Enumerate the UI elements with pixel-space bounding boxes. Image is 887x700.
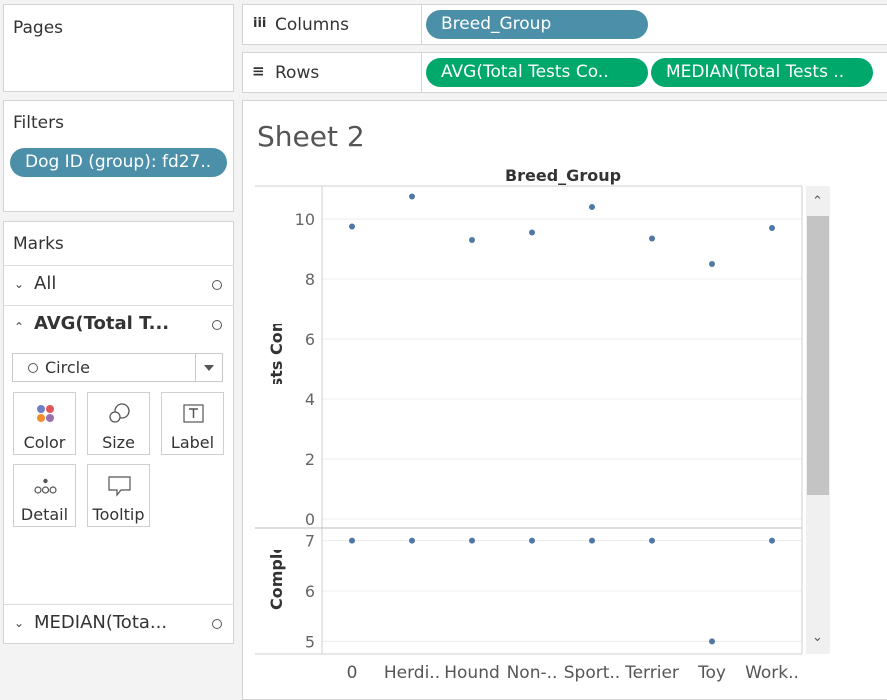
marks-title: Marks xyxy=(13,234,64,254)
color-icon xyxy=(37,405,54,422)
label-button-label: Label xyxy=(170,433,215,452)
detail-button-label: Detail xyxy=(20,505,69,524)
label-button[interactable]: Label xyxy=(161,392,224,455)
chevron-down-icon: ⌄ xyxy=(14,277,25,291)
mark-type-value: Circle xyxy=(45,358,90,377)
detail-button[interactable]: Detail xyxy=(13,464,76,527)
color-button-label: Color xyxy=(23,433,66,452)
sheet-area: Sheet 2 xyxy=(242,100,887,700)
chevron-up-icon: ⌃ xyxy=(14,320,25,334)
tooltip-button[interactable]: Tooltip xyxy=(87,464,150,527)
columns-shelf[interactable]: iii Columns Breed_Group xyxy=(242,4,887,45)
columns-icon: iii xyxy=(253,16,267,31)
mark-type-select[interactable]: Circle xyxy=(12,353,223,382)
filters-title: Filters xyxy=(13,113,64,133)
size-icon xyxy=(109,403,130,423)
rows-shelf[interactable]: ≡ Rows AVG(Total Tests Co.. MEDIAN(Total… xyxy=(242,52,887,93)
rows-pill-median-total-tests[interactable]: MEDIAN(Total Tests .. xyxy=(651,58,873,87)
triangle-down-icon xyxy=(204,365,214,371)
size-button[interactable]: Size xyxy=(87,392,150,455)
marks-card-median-label: MEDIAN(Tota... xyxy=(34,612,168,633)
chevron-down-icon: ⌄ xyxy=(14,616,25,630)
columns-pill-breed-group[interactable]: Breed_Group xyxy=(426,10,648,39)
circle-icon xyxy=(28,363,38,373)
shelf-divider xyxy=(421,5,422,44)
filters-card: Filters Dog ID (group): fd27.. xyxy=(3,100,234,212)
dropdown-divider xyxy=(195,354,196,381)
scrollbar-thumb[interactable] xyxy=(807,216,829,495)
circle-icon xyxy=(212,320,222,330)
marks-card-avg-label: AVG(Total T... xyxy=(34,313,170,334)
marks-card-avg[interactable]: ⌃ AVG(Total T... xyxy=(4,305,234,344)
label-icon xyxy=(183,404,204,423)
scroll-up-arrow[interactable]: ⌃ xyxy=(812,194,823,209)
tooltip-button-label: Tooltip xyxy=(92,505,145,524)
marks-card-all-label: All xyxy=(34,273,57,294)
filter-pill-dog-id[interactable]: Dog ID (group): fd27.. xyxy=(10,148,227,177)
circle-icon xyxy=(212,619,222,629)
marks-card-median[interactable]: ⌄ MEDIAN(Tota... xyxy=(4,604,234,643)
tooltip-icon xyxy=(108,476,131,497)
columns-label: Columns xyxy=(275,15,349,35)
pages-card: Pages xyxy=(3,4,234,92)
size-button-label: Size xyxy=(102,433,135,452)
sheet-title: Sheet 2 xyxy=(257,120,365,153)
rows-label: Rows xyxy=(275,63,320,83)
vertical-scrollbar[interactable]: ⌃ ⌄ xyxy=(806,186,830,654)
circle-icon xyxy=(212,280,222,290)
marks-card: Marks ⌄ All ⌃ AVG(Total T... Circle Colo… xyxy=(3,221,234,644)
pages-title: Pages xyxy=(13,18,64,38)
rows-icon: ≡ xyxy=(252,62,265,80)
color-button[interactable]: Color xyxy=(13,392,76,455)
scroll-down-arrow[interactable]: ⌄ xyxy=(812,630,823,645)
detail-icon xyxy=(34,478,57,494)
rows-pill-avg-total-tests[interactable]: AVG(Total Tests Co.. xyxy=(426,58,648,87)
shelf-divider xyxy=(421,53,422,92)
marks-card-all[interactable]: ⌄ All xyxy=(4,265,234,304)
